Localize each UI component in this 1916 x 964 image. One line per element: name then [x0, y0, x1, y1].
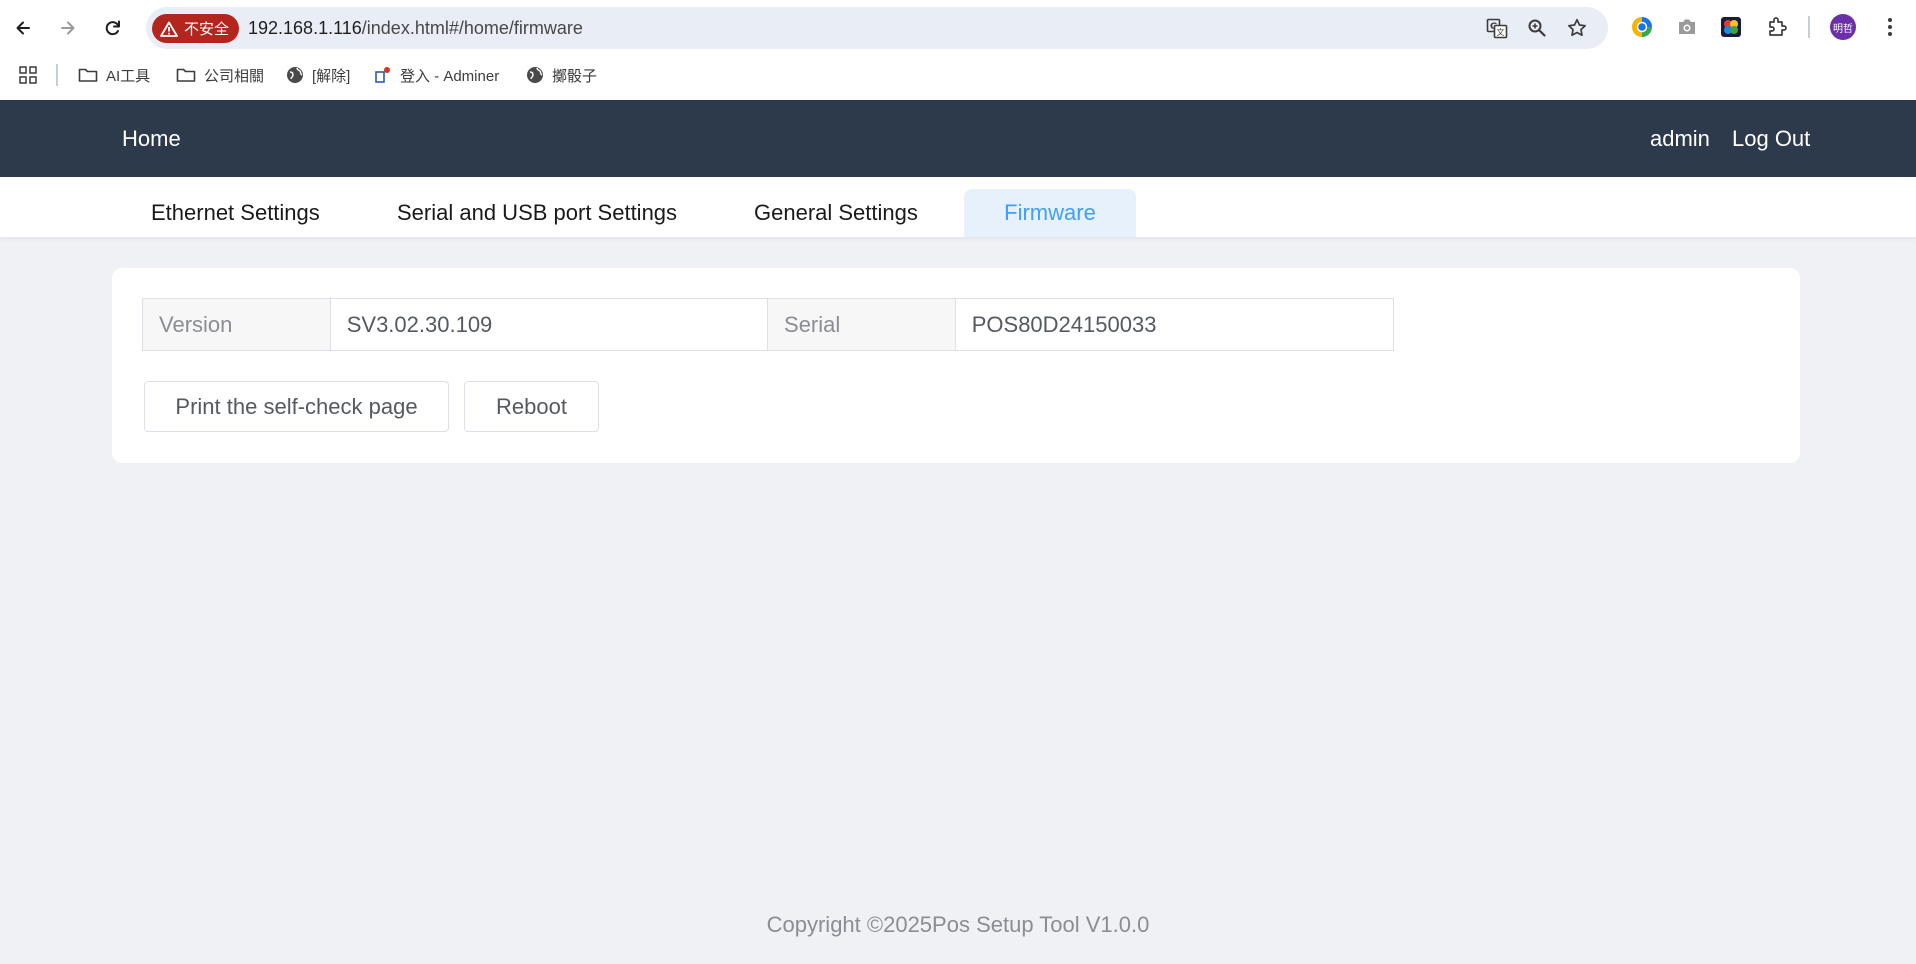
back-arrow-icon: [16, 21, 30, 35]
folder-icon: [176, 68, 196, 82]
zoom-icon[interactable]: [1524, 15, 1550, 41]
firmware-card: Version SV3.02.30.109 Serial POS80D24150…: [112, 268, 1800, 463]
bookmark-label: AI工具: [106, 67, 151, 85]
firmware-info-table: Version SV3.02.30.109 Serial POS80D24150…: [142, 298, 1394, 351]
profile-initials: 明哲: [1833, 23, 1853, 35]
extensions-icon[interactable]: [1762, 12, 1792, 42]
bookmarks-bar: AI工具 公司相關 [解除] 登入 - Adminer 擲骰子: [0, 60, 1916, 90]
bookmark-label: 公司相關: [204, 67, 265, 85]
adminer-icon: [375, 67, 390, 83]
translate-icon[interactable]: G文: [1484, 15, 1510, 41]
browser-chrome: 不安全 192.168.1.116/index.html#/home/firmw…: [0, 0, 1916, 100]
forward-button[interactable]: [52, 12, 84, 44]
browser-extension-icon[interactable]: [1627, 12, 1657, 42]
bookmark-label: 登入 - Adminer: [400, 67, 500, 85]
browser-menu-icon[interactable]: [1875, 12, 1905, 42]
profile-avatar[interactable]: 明哲: [1830, 14, 1856, 40]
folder-icon: [78, 68, 98, 82]
globe-icon: [287, 67, 303, 83]
globe-icon: [527, 67, 543, 83]
reboot-button[interactable]: Reboot: [464, 381, 599, 432]
security-chip[interactable]: 不安全: [152, 14, 240, 43]
color-picker-icon[interactable]: [1716, 12, 1746, 42]
tab-firmware[interactable]: Firmware: [964, 189, 1136, 237]
bookmark-adminer[interactable]: 登入 - Adminer: [374, 63, 499, 87]
url-host: 192.168.1.116: [248, 18, 362, 38]
reload-button[interactable]: [97, 12, 129, 44]
tab-serial-usb-settings[interactable]: Serial and USB port Settings: [357, 189, 717, 237]
app-header: Home admin Log Out: [0, 100, 1916, 177]
url-text[interactable]: 192.168.1.116/index.html#/home/firmware: [248, 18, 583, 39]
toolbar-separator: [1808, 16, 1810, 38]
url-path: /index.html#/home/firmware: [361, 18, 583, 38]
serial-value: POS80D24150033: [955, 299, 1394, 350]
svg-text:文: 文: [1497, 27, 1505, 37]
bookmarks-separator: [56, 64, 58, 86]
username-label[interactable]: admin: [1650, 126, 1710, 152]
bookmark-ai-tools[interactable]: AI工具: [78, 63, 150, 87]
apps-icon[interactable]: [18, 63, 38, 87]
bookmark-star-icon[interactable]: [1564, 15, 1590, 41]
print-self-check-button[interactable]: Print the self-check page: [144, 381, 449, 432]
bookmark-label: [解除]: [312, 67, 351, 85]
insecure-label: 不安全: [184, 21, 230, 38]
settings-tabs: Ethernet Settings Serial and USB port Se…: [0, 177, 1916, 237]
bookmark-dice[interactable]: 擲骰子: [526, 63, 597, 87]
tab-general-settings[interactable]: General Settings: [714, 189, 958, 237]
forward-arrow-icon: [61, 21, 75, 35]
logout-link[interactable]: Log Out: [1732, 126, 1810, 152]
bookmark-company[interactable]: 公司相關: [176, 63, 264, 87]
version-label: Version: [143, 299, 331, 350]
tab-ethernet-settings[interactable]: Ethernet Settings: [111, 189, 360, 237]
bookmark-unlock[interactable]: [解除]: [286, 63, 350, 87]
serial-label: Serial: [768, 299, 956, 350]
back-button[interactable]: [7, 12, 39, 44]
address-bar[interactable]: 不安全 192.168.1.116/index.html#/home/firmw…: [146, 7, 1608, 49]
camera-icon[interactable]: [1672, 12, 1702, 42]
copyright-footer: Copyright ©2025Pos Setup Tool V1.0.0: [766, 912, 1150, 937]
reload-icon: [105, 20, 120, 36]
bookmark-label: 擲骰子: [552, 67, 598, 85]
warning-icon: [160, 21, 178, 37]
version-value: SV3.02.30.109: [330, 299, 769, 350]
home-link[interactable]: Home: [122, 126, 181, 152]
